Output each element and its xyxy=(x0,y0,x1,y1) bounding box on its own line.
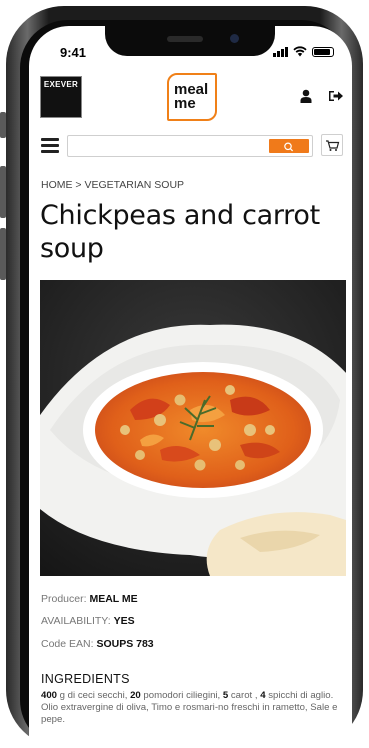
cart-button[interactable] xyxy=(321,134,343,156)
speaker-grille xyxy=(167,36,203,42)
producer-label: Producer: xyxy=(41,593,87,605)
availability-value: YES xyxy=(113,615,135,627)
signal-icon xyxy=(273,47,288,57)
front-camera xyxy=(230,34,239,43)
breadcrumb[interactable]: HOME > VEGETARIAN SOUP xyxy=(41,179,184,191)
exever-logo-text: EXEVER xyxy=(43,80,79,89)
soup-image xyxy=(40,280,346,576)
mealme-logo[interactable]: meal me xyxy=(167,73,217,121)
bottom-fade xyxy=(29,730,352,748)
ingredients-text: 400 g di ceci secchi, 20 pomodori cilieg… xyxy=(41,690,338,725)
phone-volume-up xyxy=(0,166,6,218)
phone-mute-switch xyxy=(0,112,6,138)
ean-row: Code EAN: SOUPS 783 xyxy=(41,638,154,650)
search-icon xyxy=(284,142,294,152)
wifi-icon xyxy=(293,46,307,57)
exever-logo[interactable]: EXEVER xyxy=(40,76,82,118)
brand-line-2: me xyxy=(174,95,196,112)
page-title: Chickpeas and carrot soup xyxy=(40,200,320,264)
product-photo xyxy=(40,280,346,576)
producer-value: MEAL ME xyxy=(89,593,138,605)
search-button[interactable] xyxy=(269,139,309,153)
ean-value: SOUPS 783 xyxy=(96,638,154,650)
battery-icon xyxy=(312,47,334,57)
search-input[interactable] xyxy=(72,138,266,156)
user-icon[interactable] xyxy=(300,89,312,103)
logout-icon[interactable] xyxy=(328,89,344,103)
availability-row: AVAILABILITY: YES xyxy=(41,615,135,627)
producer-row: Producer: MEAL ME xyxy=(41,593,138,605)
search-bar xyxy=(67,135,313,157)
status-time: 9:41 xyxy=(60,45,87,60)
status-icons xyxy=(273,46,334,57)
phone-volume-down xyxy=(0,228,6,280)
ingredients-title: INGREDIENTS xyxy=(41,672,130,686)
app-screen: 9:41 EXEVER meal me HOME > VEGETARIAN SO… xyxy=(29,26,352,748)
availability-label: AVAILABILITY: xyxy=(41,615,111,627)
cart-icon xyxy=(326,140,340,151)
phone-notch xyxy=(105,26,275,56)
menu-icon[interactable] xyxy=(41,138,59,153)
ean-label: Code EAN: xyxy=(41,638,94,650)
